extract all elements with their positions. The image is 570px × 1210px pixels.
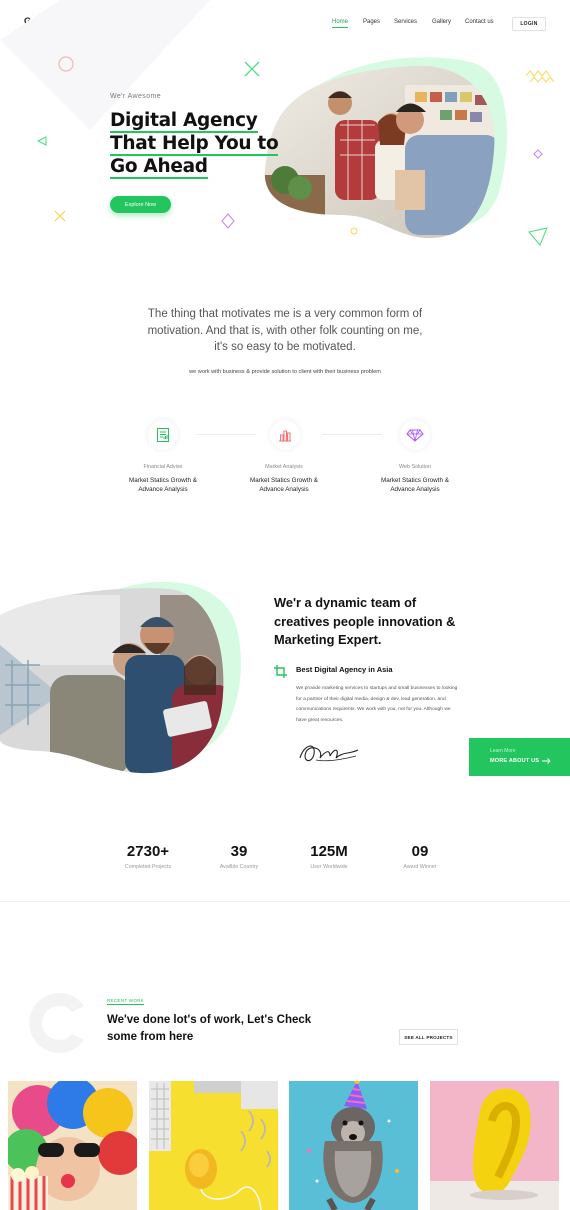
portfolio-image-dog <box>289 1081 418 1210</box>
more-about-us-button[interactable] <box>469 738 570 776</box>
arrow-right-icon[interactable] <box>542 758 551 764</box>
service-title-line: Advance Analysis <box>259 486 309 493</box>
crop-icon <box>274 665 287 678</box>
portfolio-image-desk <box>149 1081 278 1210</box>
web-solution-icon-wrap <box>400 420 430 450</box>
hero-title-line3: Go Ahead <box>110 156 208 179</box>
portfolio-image-yellow-object <box>430 1081 559 1210</box>
service-title: Market Statics Growth & Advance Analysis <box>224 476 344 494</box>
stat-label: Completed Projects <box>124 864 172 870</box>
connector-line <box>196 434 256 435</box>
cross-decoration <box>244 61 260 77</box>
portfolio-image-party <box>8 1081 137 1210</box>
hero-team-photo <box>264 65 495 238</box>
stat-value: 2730+ <box>126 843 170 860</box>
section-divider <box>0 901 570 902</box>
team-title: We'r a dynamic team of creatives people … <box>274 595 456 647</box>
zigzag-decoration <box>525 70 555 83</box>
circle-decoration <box>350 227 358 235</box>
portfolio-title: We've done lot's of work, Let's Check so… <box>107 1014 312 1043</box>
service-title-line: Market Statics Growth & <box>381 477 449 484</box>
service-label: Financial Advise <box>143 464 183 470</box>
service-title-line: Market Statics Growth & <box>129 477 197 484</box>
triangle-decoration <box>36 136 47 146</box>
stat-label: Availble Country <box>219 864 259 870</box>
explore-button[interactable]: Explore Now <box>110 196 171 213</box>
signature-image <box>299 745 359 762</box>
stat-value: 125M <box>310 843 348 860</box>
service-title-line: Advance Analysis <box>390 486 440 493</box>
stat-label: Award Winner <box>403 864 437 870</box>
portfolio-item[interactable] <box>289 1081 418 1210</box>
stat-value: 39 <box>230 843 248 860</box>
stat-label: User Worldwide <box>310 864 348 870</box>
service-title-line: Market Statics Growth & <box>250 477 318 484</box>
hero-title-line1: Digital Agency <box>110 110 258 133</box>
recent-work-eyebrow: RECENT WORK <box>107 998 144 1005</box>
portfolio-item[interactable] <box>149 1081 278 1210</box>
hero-eyebrow: We'r Awesome <box>110 93 162 100</box>
service-title: Market Statics Growth & Advance Analysis <box>103 476 223 494</box>
market-analysis-icon-wrap <box>270 420 300 450</box>
financial-advise-icon-wrap <box>148 420 178 450</box>
feature-title: Best Digital Agency in Asia <box>296 665 393 674</box>
hero-title-line2: That Help You to <box>110 133 279 156</box>
diamond-decoration <box>533 149 543 159</box>
team-photo <box>0 581 241 774</box>
more-about-us-label[interactable]: MORE ABOUT US <box>490 758 539 764</box>
portfolio-item[interactable] <box>8 1081 137 1210</box>
hero-title: Digital Agency That Help You to Go Ahead <box>110 109 280 179</box>
cross-decoration <box>54 210 66 222</box>
service-title-line: Advance Analysis <box>138 486 188 493</box>
intro-subtext: we work with business & provide solution… <box>189 369 381 375</box>
bar-chart-icon <box>279 430 291 442</box>
portfolio-item[interactable] <box>430 1081 559 1210</box>
intro-quote: The thing that motivates me is a very co… <box>147 308 423 353</box>
triangle-decoration <box>528 227 548 246</box>
service-title: Market Statics Growth & Advance Analysis <box>355 476 475 494</box>
big-c-decoration <box>29 993 84 1053</box>
document-chart-icon <box>157 428 169 442</box>
stat-value: 09 <box>411 843 429 860</box>
diamond-icon <box>406 429 424 442</box>
see-all-projects-button[interactable]: SEE ALL PROJECTS <box>399 1029 458 1045</box>
learn-more-label: Learn More <box>490 748 516 754</box>
service-label: Market Analysis <box>265 464 303 470</box>
connector-line <box>322 434 382 435</box>
service-label: Web Solution <box>399 464 431 470</box>
feature-text: We provide marketing services to startup… <box>296 686 458 723</box>
hero-decorations <box>0 0 555 246</box>
diamond-decoration <box>221 213 235 229</box>
